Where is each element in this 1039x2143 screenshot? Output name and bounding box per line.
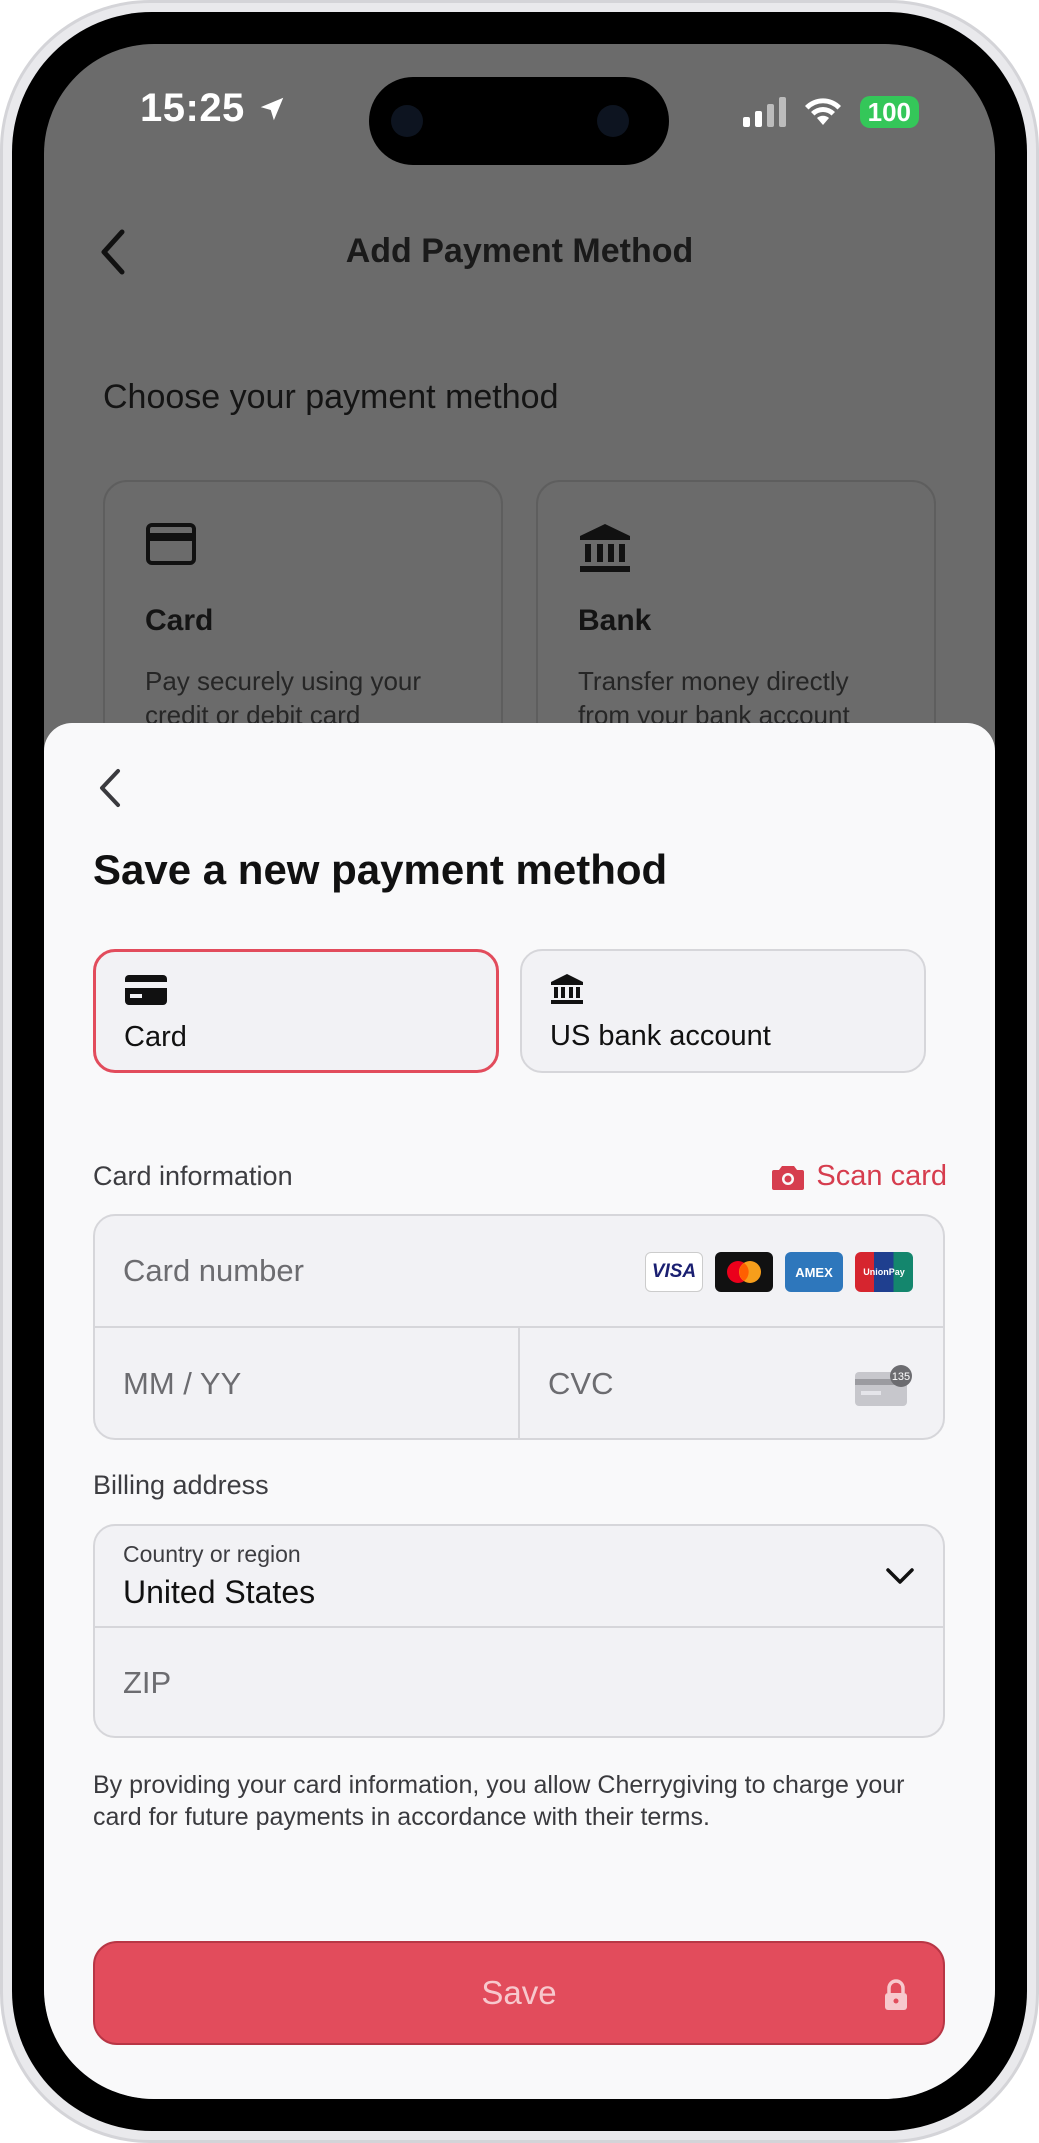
background-bank-description: Transfer money directly from your bank a…	[578, 666, 850, 730]
legal-disclaimer: By providing your card information, you …	[93, 1771, 905, 1831]
wifi-icon	[804, 98, 841, 125]
background-card-description: Pay securely using your credit or debit …	[145, 666, 422, 730]
dynamic-island	[369, 77, 669, 165]
amex-logo-icon: AMEX	[785, 1252, 843, 1292]
country-label: Country or region	[123, 1541, 301, 1567]
country-value: United States	[123, 1574, 316, 1610]
tab-card[interactable]: Card	[93, 949, 499, 1073]
mastercard-logo-icon	[715, 1252, 773, 1292]
payment-sheet: Save a new payment method Card US bank a…	[44, 723, 995, 2099]
bank-icon	[551, 974, 583, 1004]
tab-us-bank-account[interactable]: US bank account	[520, 949, 926, 1073]
sheet-title: Save a new payment method	[93, 846, 668, 893]
camera-icon	[772, 1165, 805, 1190]
status-time: 15:25	[140, 86, 287, 131]
expiry-cvc-row: MM / YY CVC 135	[95, 1328, 943, 1438]
bank-icon	[580, 524, 630, 572]
cvc-input[interactable]: CVC 135	[518, 1328, 943, 1438]
tab-card-label: Card	[124, 1021, 187, 1053]
billing-fields-group: Country or region United States ZIP	[93, 1524, 945, 1738]
card-fields-group: Card number VISA AMEX UnionPay MM / YY C…	[93, 1214, 945, 1440]
cellular-signal-icon	[742, 97, 786, 127]
cvc-placeholder: CVC	[548, 1366, 614, 1401]
background-page-title: Add Payment Method	[345, 232, 694, 270]
clock-text: 15:25	[140, 86, 245, 130]
country-select[interactable]: Country or region United States	[95, 1526, 943, 1626]
cvc-card-icon: 135	[855, 1365, 912, 1406]
sheet-back-button[interactable]	[94, 763, 128, 818]
cvc-badge-text: 135	[892, 1371, 910, 1383]
chevron-left-icon	[100, 769, 120, 807]
battery-indicator: 100	[859, 96, 919, 128]
save-button[interactable]: Save	[93, 1941, 945, 2045]
card-number-row: Card number VISA AMEX UnionPay	[95, 1216, 943, 1328]
card-brands: VISA AMEX UnionPay	[645, 1252, 913, 1292]
zip-row: ZIP	[95, 1628, 943, 1736]
zip-input[interactable]: ZIP	[95, 1628, 943, 1736]
sensor-lens	[597, 105, 629, 137]
tab-us-bank-account-label: US bank account	[550, 1020, 771, 1052]
background-subtitle: Choose your payment method	[103, 378, 559, 416]
credit-card-icon	[146, 523, 196, 565]
card-information-label: Card information	[93, 1161, 293, 1191]
scan-card-button[interactable]: Scan card	[772, 1160, 947, 1193]
visa-logo-icon: VISA	[645, 1252, 703, 1292]
zip-placeholder: ZIP	[123, 1665, 172, 1700]
expiry-input[interactable]: MM / YY	[95, 1328, 518, 1438]
save-button-label: Save	[481, 1974, 557, 2011]
billing-address-label: Billing address	[93, 1470, 269, 1500]
status-indicators: 100	[742, 96, 919, 128]
credit-card-icon	[125, 975, 167, 1005]
unionpay-logo-icon: UnionPay	[855, 1252, 913, 1292]
camera-lens	[391, 105, 423, 137]
country-row[interactable]: Country or region United States	[95, 1526, 943, 1628]
background-bank-name: Bank	[578, 604, 652, 637]
expiry-placeholder: MM / YY	[123, 1366, 242, 1401]
screen: 15:25 100 Add Payment Method Choose your…	[44, 44, 995, 2099]
chevron-down-icon	[886, 1568, 914, 1584]
scan-card-label: Scan card	[816, 1160, 947, 1192]
location-arrow-icon	[260, 97, 284, 120]
lock-icon	[885, 1979, 907, 2010]
card-number-placeholder: Card number	[123, 1253, 304, 1288]
background-card-name: Card	[145, 604, 214, 637]
